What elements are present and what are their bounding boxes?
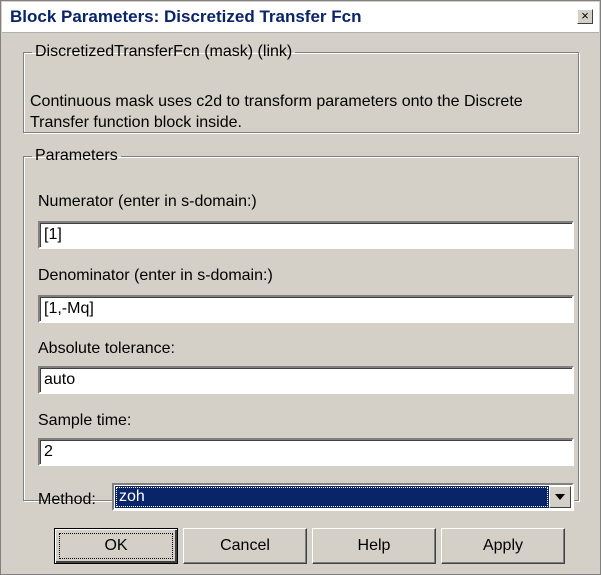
method-selected-value[interactable]: zoh xyxy=(115,486,549,508)
sample-time-label: Sample time: xyxy=(38,412,132,429)
method-label: Method: xyxy=(38,491,96,508)
apply-button[interactable]: Apply xyxy=(441,528,565,564)
denominator-input[interactable] xyxy=(38,295,574,323)
denominator-label: Denominator (enter in s-domain:) xyxy=(38,267,273,284)
numerator-label: Numerator (enter in s-domain:) xyxy=(38,193,257,210)
numerator-input[interactable] xyxy=(38,221,574,249)
method-select[interactable]: zoh xyxy=(112,483,574,511)
focus-ring xyxy=(59,533,173,559)
parameters-legend: Parameters xyxy=(35,147,118,164)
help-button[interactable]: Help xyxy=(312,528,436,564)
block-parameters-dialog: Block Parameters: Discretized Transfer F… xyxy=(0,0,601,575)
parameters-group: Parameters Numerator (enter in s-domain:… xyxy=(23,147,579,511)
title-bar[interactable]: Block Parameters: Discretized Transfer F… xyxy=(2,2,599,33)
ok-button[interactable]: OK xyxy=(54,528,178,564)
chevron-down-icon[interactable] xyxy=(549,486,571,508)
absolute-tolerance-label: Absolute tolerance: xyxy=(38,340,175,357)
window-title: Block Parameters: Discretized Transfer F… xyxy=(10,7,362,26)
sample-time-input[interactable] xyxy=(38,438,574,466)
mask-legend: DiscretizedTransferFcn (mask) (link) xyxy=(35,43,293,60)
cancel-button[interactable]: Cancel xyxy=(183,528,307,564)
mask-description: Continuous mask uses c2d to transform pa… xyxy=(30,93,523,131)
close-icon[interactable]: × xyxy=(577,9,593,24)
absolute-tolerance-input[interactable] xyxy=(38,366,574,394)
mask-group: DiscretizedTransferFcn (mask) (link) Con… xyxy=(23,43,579,133)
